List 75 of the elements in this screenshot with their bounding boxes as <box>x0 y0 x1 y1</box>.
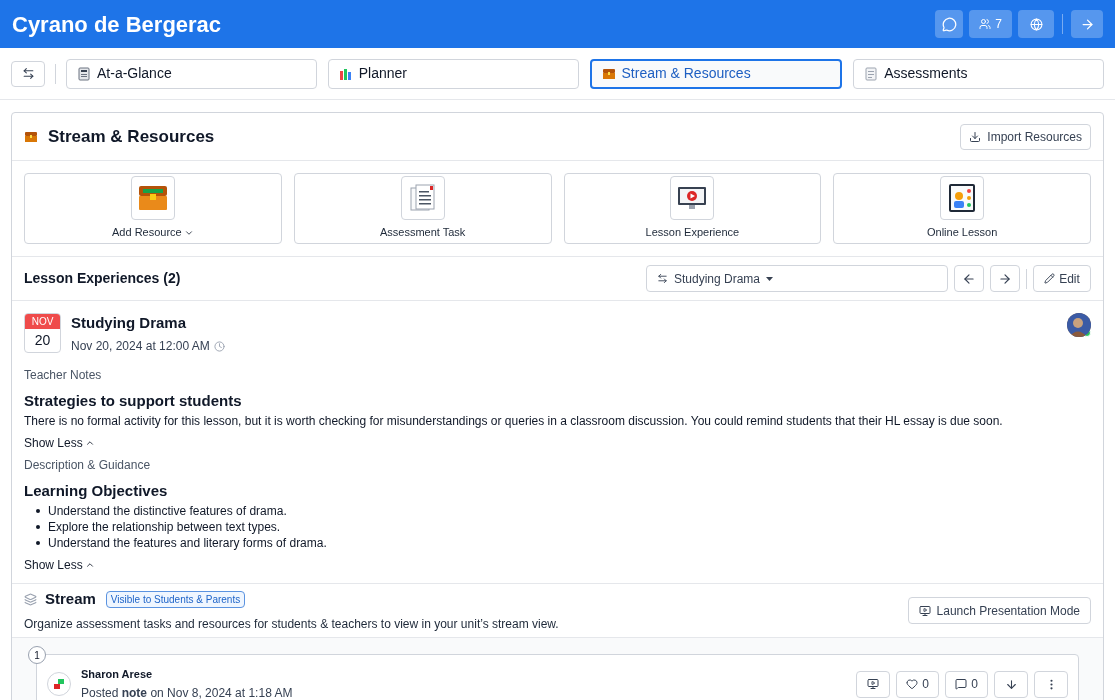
visibility-tag: Visible to Students & Parents <box>105 591 246 608</box>
bullet-icon <box>36 541 40 545</box>
present-button[interactable] <box>856 670 890 698</box>
comment-button[interactable]: 0 <box>945 670 988 698</box>
chest-icon <box>601 66 616 81</box>
newspaper-icon <box>77 66 91 81</box>
stream-title: Stream <box>45 589 96 610</box>
chevron-up-icon <box>84 560 95 570</box>
launch-presentation-button[interactable]: Launch Presentation Mode <box>907 597 1091 624</box>
show-less-link[interactable]: Show Less <box>24 557 95 573</box>
resource-tile[interactable]: Online Lesson <box>833 173 1091 244</box>
notes-paragraph: There is no formal activity for this lesson, but it is worth checking for misunderstandings or queries in a classroom discussion. You could remind students that their HL essay is due soon. <box>24 413 1004 429</box>
section-title: Stream & Resources <box>48 125 215 148</box>
caret-icon <box>766 276 774 281</box>
objective-item: Understand the distinctive features of drama. <box>48 503 287 519</box>
post-meta: Posted note on Nov 8, 2024 at 1:18 AM <box>81 685 293 700</box>
import-resources-button[interactable]: Import Resources <box>960 123 1091 150</box>
lesson-selector[interactable]: Studying Drama <box>646 265 948 292</box>
nav-tab[interactable]: Stream & Resources <box>589 58 843 89</box>
nav-tab[interactable]: Assessments <box>853 58 1104 89</box>
date-day: 20 <box>34 329 51 352</box>
swap-icon <box>657 273 668 284</box>
chevron-up-icon <box>84 438 95 448</box>
next-button[interactable] <box>990 265 1020 292</box>
like-button[interactable]: 0 <box>896 670 939 698</box>
lesson-datetime: Nov 20, 2024 at 12:00 AM <box>71 338 210 355</box>
arrow-left-icon <box>962 271 976 286</box>
chest-icon <box>24 129 38 144</box>
section-heading: Strategies to support students <box>24 391 243 411</box>
clock-icon <box>213 340 225 352</box>
notepad-icon <box>864 66 879 81</box>
globe-icon <box>1029 17 1043 31</box>
swap-button[interactable] <box>11 60 45 87</box>
heart-icon <box>906 678 919 690</box>
objective-item: Understand the features and literary forms of drama. <box>48 535 327 551</box>
post-number: 1 <box>28 646 46 664</box>
stream-description: Organize assessment tasks and resources for students & teachers to view in your unit’s stream view. <box>24 615 559 633</box>
more-button[interactable] <box>1034 670 1068 698</box>
post-author: Sharon Arese <box>81 666 154 682</box>
date-month: NOV <box>25 314 60 329</box>
previous-button[interactable] <box>954 265 984 292</box>
comment-icon <box>955 678 968 690</box>
users-icon <box>979 18 992 30</box>
resource-tile[interactable]: Assessment Task <box>293 173 552 244</box>
resource-tile[interactable]: Lesson Experience <box>563 173 822 244</box>
section-heading: Learning Objectives <box>24 481 169 501</box>
screen-icon <box>867 678 879 690</box>
lesson-title: Studying Drama <box>71 313 188 333</box>
chat-button[interactable] <box>935 10 964 38</box>
nav-tab[interactable]: At-a-Glance <box>66 58 317 89</box>
exit-button[interactable] <box>1071 10 1103 38</box>
arrow-right-icon <box>998 271 1012 286</box>
chat-icon <box>941 16 957 32</box>
section-label: Description & Guidance <box>24 457 152 473</box>
author-avatar <box>1067 313 1091 337</box>
swap-icon <box>21 67 35 80</box>
objective-item: Explore the relationship between text types. <box>48 519 281 535</box>
import-icon <box>969 130 982 143</box>
screen-icon <box>918 604 931 617</box>
bullet-icon <box>36 509 40 513</box>
move-down-button[interactable] <box>994 670 1028 698</box>
bullet-icon <box>36 525 40 529</box>
lesson-experiences-heading: Lesson Experiences (2) <box>24 269 181 288</box>
arrow-down-icon <box>1004 677 1018 691</box>
edit-button[interactable]: Edit <box>1033 265 1091 292</box>
nav-tab[interactable]: Planner <box>327 58 579 89</box>
show-less-link[interactable]: Show Less <box>24 435 95 451</box>
language-button[interactable] <box>1018 10 1054 38</box>
resource-tile[interactable]: Add Resource <box>24 173 282 244</box>
section-label: Teacher Notes <box>24 367 103 383</box>
books-icon <box>338 66 353 81</box>
course-title: Cyrano de Bergerac <box>12 10 222 39</box>
pencil-icon <box>1044 273 1056 284</box>
layers-icon <box>24 593 37 606</box>
arrow-right-icon <box>1079 16 1095 32</box>
